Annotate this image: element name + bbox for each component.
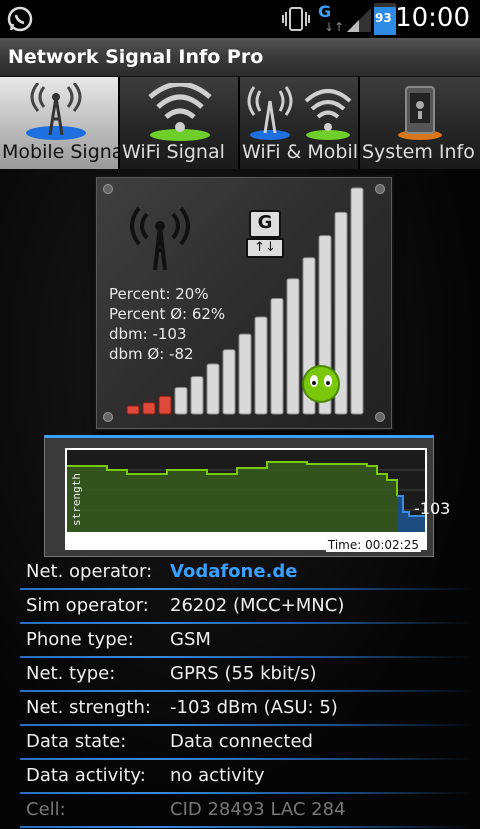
signal-panel: G ↑↓ Percent: 20% Percent Ø: 62% dbm: -1… xyxy=(96,177,392,429)
info-row-sim-operator: Sim operator: 26202 (MCC+MNC) xyxy=(20,591,472,625)
tab-wifi-signal[interactable]: WiFi Signal xyxy=(120,77,240,169)
info-value: GPRS (55 kbit/s) xyxy=(170,663,317,684)
info-key: Phone type: xyxy=(26,629,134,650)
info-key: Net. operator: xyxy=(26,561,153,582)
signal-bar xyxy=(350,187,364,415)
info-value[interactable]: Vodafone.de xyxy=(170,561,298,582)
info-key: Sim operator: xyxy=(26,595,149,616)
tab-wifi-mobile[interactable]: WiFi & Mobile xyxy=(240,77,360,169)
info-row-data-state: Data state: Data connected xyxy=(20,727,472,761)
tab-label: WiFi & Mobile xyxy=(242,141,360,163)
network-type-label: G xyxy=(318,2,332,21)
status-bar: G ↓↑ 93 10:00 xyxy=(0,0,480,38)
info-value: Data connected xyxy=(170,731,313,752)
app-title: Network Signal Info Pro xyxy=(8,46,264,68)
signal-strength-meter xyxy=(126,187,364,415)
signal-bar xyxy=(286,278,300,415)
tab-bar: Mobile Signal WiFi Signal WiFi & Mobile xyxy=(0,77,480,169)
info-row-data-activity: Data activity: no activity xyxy=(20,761,472,795)
signal-history-line xyxy=(67,461,425,532)
info-key: Cell: xyxy=(26,799,66,820)
info-key: Net. strength: xyxy=(26,697,151,718)
android-indicator-icon xyxy=(301,364,341,408)
info-value: -103 dBm (ASU: 5) xyxy=(170,697,338,718)
graph-y-label: strength xyxy=(70,473,83,526)
signal-bar xyxy=(126,405,140,415)
graph-last-value: -103 xyxy=(414,499,451,518)
main-content: G ↑↓ Percent: 20% Percent Ø: 62% dbm: -1… xyxy=(0,169,480,829)
network-info-list: Net. operator: Vodafone.de Sim operator:… xyxy=(0,557,480,829)
phone-info-icon xyxy=(360,83,480,143)
info-key: Data state: xyxy=(26,731,127,752)
battery-level: 93 xyxy=(375,11,392,25)
info-row-net-type: Net. type: GPRS (55 kbit/s) xyxy=(20,659,472,693)
info-row-net-strength: Net. strength: -103 dBm (ASU: 5) xyxy=(20,693,472,727)
signal-bar xyxy=(206,363,220,415)
signal-bar xyxy=(222,349,236,415)
info-row-cell: Cell: CID 28493 LAC 284 xyxy=(20,795,472,829)
tab-label: WiFi Signal xyxy=(122,141,225,163)
signal-bar xyxy=(238,333,252,415)
whatsapp-icon xyxy=(6,5,34,37)
tab-label: Mobile Signal xyxy=(2,141,120,163)
info-row-net-operator: Net. operator: Vodafone.de xyxy=(20,557,472,591)
status-clock: 10:00 xyxy=(395,3,470,33)
graph-plot xyxy=(67,450,425,532)
vibrate-icon xyxy=(282,6,310,36)
wifi-mobile-icon xyxy=(240,83,358,143)
cell-tower-icon xyxy=(0,82,118,143)
signal-bar xyxy=(158,395,172,415)
info-value: no activity xyxy=(170,765,265,786)
signal-bar xyxy=(270,297,284,415)
signal-history-graph: strength Time: 00:02:25 xyxy=(44,435,434,557)
signal-bar xyxy=(174,386,188,415)
info-value: 26202 (MCC+MNC) xyxy=(170,595,345,616)
info-key: Data activity: xyxy=(26,765,146,786)
info-row-phone-type: Phone type: GSM xyxy=(20,625,472,659)
tab-system-info[interactable]: System Info xyxy=(360,77,480,169)
graph-time-label: Time: 00:02:25 xyxy=(325,538,421,552)
info-value: CID 28493 LAC 284 xyxy=(170,799,346,820)
wifi-icon xyxy=(120,81,238,143)
signal-bar xyxy=(142,402,156,415)
info-value: GSM xyxy=(170,629,211,650)
info-key: Net. type: xyxy=(26,663,116,684)
data-activity-icon: G ↓↑ xyxy=(318,2,345,34)
battery-icon: 93 xyxy=(374,3,396,35)
graph-frame: strength Time: 00:02:25 xyxy=(65,448,427,552)
tab-label: System Info xyxy=(362,141,475,163)
signal-bar xyxy=(190,376,204,415)
signal-bars-icon xyxy=(345,4,373,38)
app-title-bar: Network Signal Info Pro xyxy=(0,38,480,77)
tab-mobile-signal[interactable]: Mobile Signal xyxy=(0,77,120,169)
signal-bar xyxy=(254,316,268,415)
